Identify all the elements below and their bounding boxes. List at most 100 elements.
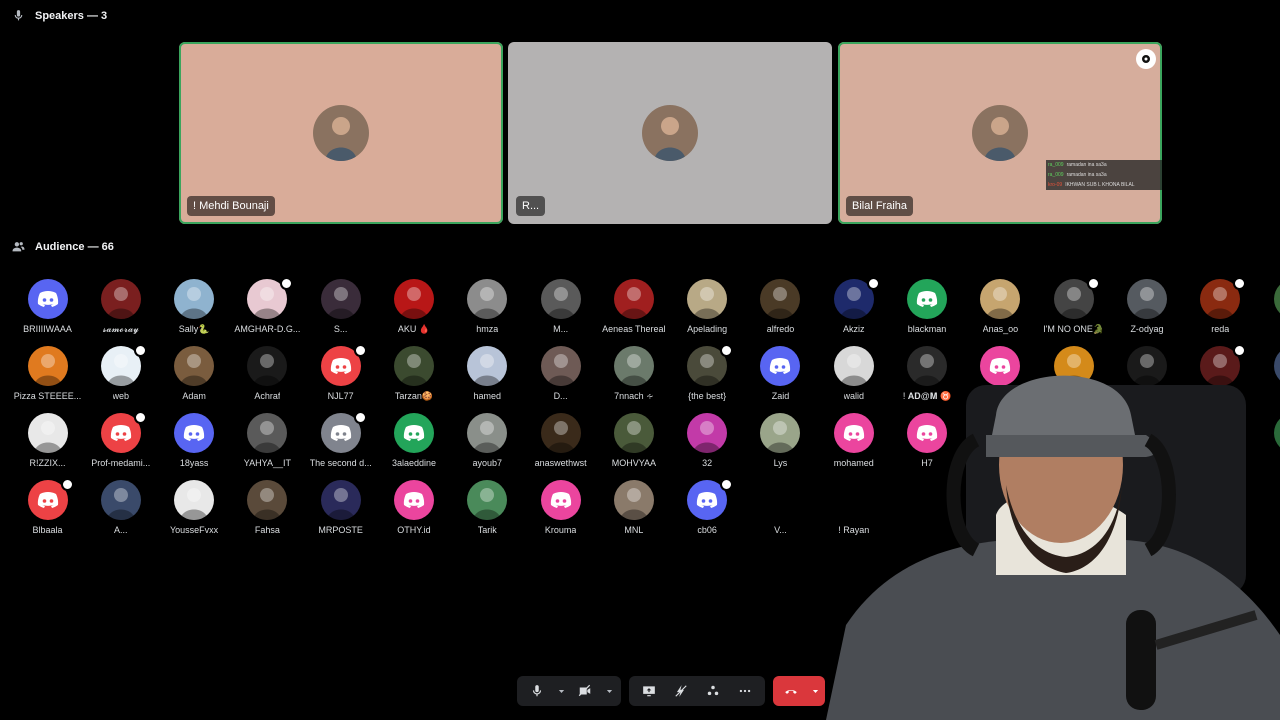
audience-member[interactable]: BRIIIIWAAA xyxy=(11,279,84,337)
member-name: Blbaala xyxy=(32,525,63,535)
audience-member[interactable]: Apelading xyxy=(671,279,744,337)
avatar-wrapper xyxy=(467,480,508,520)
audience-member[interactable]: 18yass xyxy=(158,413,231,471)
member-name: Achraf xyxy=(254,391,281,401)
audience-member[interactable]: V... xyxy=(744,480,817,538)
chat-text: IKHWAN SUB L KHONA BILAL xyxy=(1065,182,1135,188)
user-photo xyxy=(619,287,648,319)
mute-button[interactable] xyxy=(523,679,551,703)
audience-member[interactable]: I'M NO ONE🐊 xyxy=(1037,277,1110,337)
audience-member[interactable]: Pizza STEEEE... xyxy=(11,346,84,404)
audience-member[interactable]: Z-odyag xyxy=(1110,279,1183,337)
chat-line: ra_009 ramadan ina sa3a xyxy=(1048,170,1160,180)
audience-header: Audience — 66 xyxy=(12,240,114,253)
audience-member[interactable]: Achraf xyxy=(231,346,304,404)
member-name: Akziz xyxy=(843,324,865,334)
audience-member[interactable]: Anas_oo xyxy=(964,279,1037,337)
member-name: The second d... xyxy=(309,458,372,468)
audience-member[interactable]: ayoub7 xyxy=(451,413,524,471)
audience-member[interactable]: {the best} xyxy=(671,344,744,404)
audience-member[interactable]: Tarik xyxy=(451,480,524,538)
chat-user: kro-09 xyxy=(1048,182,1063,188)
member-name: YAHYA__IT xyxy=(243,458,291,468)
audience-member[interactable]: MNL xyxy=(597,480,670,538)
more-options-button[interactable] xyxy=(731,679,759,703)
audience-member[interactable]: 3alaeddine xyxy=(377,413,450,471)
audience-member[interactable]: Tarzan🍪 xyxy=(377,346,450,404)
discord-logo-icon xyxy=(403,492,425,508)
chat-user: ra_009 xyxy=(1048,172,1064,178)
member-name: Sally🐍 xyxy=(178,324,210,334)
audience-member[interactable]: D... xyxy=(524,346,597,404)
avatar-wrapper xyxy=(393,279,434,319)
audience-member[interactable]: MOHVYAA xyxy=(597,413,670,471)
screen-share-button[interactable] xyxy=(635,679,663,703)
audience-member[interactable]: YAHYA__IT xyxy=(231,413,304,471)
audience-member[interactable]: hamed xyxy=(451,346,524,404)
audience-member[interactable]: A... xyxy=(84,480,157,538)
audience-member[interactable]: AKU 🩸 xyxy=(377,279,450,337)
user-photo xyxy=(619,421,648,453)
avatar-wrapper xyxy=(613,480,654,520)
audience-member[interactable]: Zaid xyxy=(744,346,817,404)
speaker-tile[interactable]: R... xyxy=(508,42,832,224)
speaker-tile[interactable]: Bilal Fraiha ra_009 ramadan ina sa3a ra_009… xyxy=(838,42,1162,224)
audience-member[interactable]: M... xyxy=(524,279,597,337)
audience-member[interactable]: 7nnach ∻ xyxy=(597,346,670,404)
audience-member[interactable]: The second d... xyxy=(304,411,377,471)
speaker-tile[interactable]: ! Mehdi Bounaji xyxy=(179,42,503,224)
avatar xyxy=(613,346,654,386)
avatar xyxy=(174,413,215,453)
avatar-wrapper xyxy=(760,279,801,319)
audience-member[interactable]: NJL77 xyxy=(304,344,377,404)
avatar-wrapper xyxy=(980,279,1021,319)
audience-member[interactable]: 32 xyxy=(671,413,744,471)
audience-member[interactable]: Lys xyxy=(744,413,817,471)
avatar-wrapper xyxy=(247,480,288,520)
audience-member[interactable]: AMGHAR-D.G... xyxy=(231,277,304,337)
audience-member[interactable]: anaswethwst xyxy=(524,413,597,471)
audience-member[interactable]: Fahsa xyxy=(231,480,304,538)
audience-member[interactable]: Aeneas Thereal xyxy=(597,279,670,337)
audience-member[interactable]: Blbaala xyxy=(11,478,84,538)
user-photo xyxy=(766,287,795,319)
disconnect-button[interactable] xyxy=(777,679,805,703)
speaker-name: Bilal Fraiha xyxy=(846,196,914,216)
member-name: Prof-medami... xyxy=(91,458,151,468)
audience-member[interactable]: Krouma xyxy=(524,480,597,538)
audience-member[interactable]: S... xyxy=(304,279,377,337)
camera-button[interactable] xyxy=(571,679,599,703)
audience-member[interactable]: Akziz xyxy=(817,277,890,337)
audience-member[interactable]: Rec xyxy=(1257,279,1280,337)
avatar-wrapper xyxy=(467,346,508,386)
disconnect-options-caret[interactable] xyxy=(809,679,821,703)
member-name: NJL77 xyxy=(327,391,354,401)
audience-member[interactable]: Prof-medami... xyxy=(84,411,157,471)
audience-member[interactable]: Sally🐍 xyxy=(158,279,231,337)
user-photo xyxy=(399,287,428,319)
audience-member[interactable]: reda xyxy=(1184,277,1257,337)
people-icon xyxy=(12,242,25,252)
audience-member[interactable]: hmza xyxy=(451,279,524,337)
audience-member[interactable]: YousseFvxx xyxy=(158,480,231,538)
audio-options-caret[interactable] xyxy=(555,679,567,703)
audience-member[interactable]: alfredo xyxy=(744,279,817,337)
member-name: Z-odyag xyxy=(1130,324,1164,334)
audience-member[interactable]: MRPOSTE xyxy=(304,480,377,538)
avatar-wrapper xyxy=(247,413,288,453)
audience-member[interactable]: 𝓼𝓪𝓶𝓸𝓻𝓪𝔂 xyxy=(84,279,157,337)
video-options-caret[interactable] xyxy=(603,679,615,703)
audience-member[interactable]: blackman xyxy=(891,279,964,337)
activity-button[interactable] xyxy=(667,679,695,703)
speaker-name: R... xyxy=(516,196,546,216)
member-name: 3alaeddine xyxy=(391,458,436,468)
stage-badge-icon xyxy=(353,411,367,424)
audience-member[interactable]: R!ZZIX... xyxy=(11,413,84,471)
avatar-wrapper xyxy=(687,478,734,520)
audience-member[interactable]: Adam xyxy=(158,346,231,404)
member-name: V... xyxy=(774,525,787,535)
soundboard-button[interactable] xyxy=(699,679,727,703)
audience-member[interactable]: OTHY.id xyxy=(377,480,450,538)
audience-member[interactable]: cb06 xyxy=(671,478,744,538)
audience-member[interactable]: web xyxy=(84,344,157,404)
